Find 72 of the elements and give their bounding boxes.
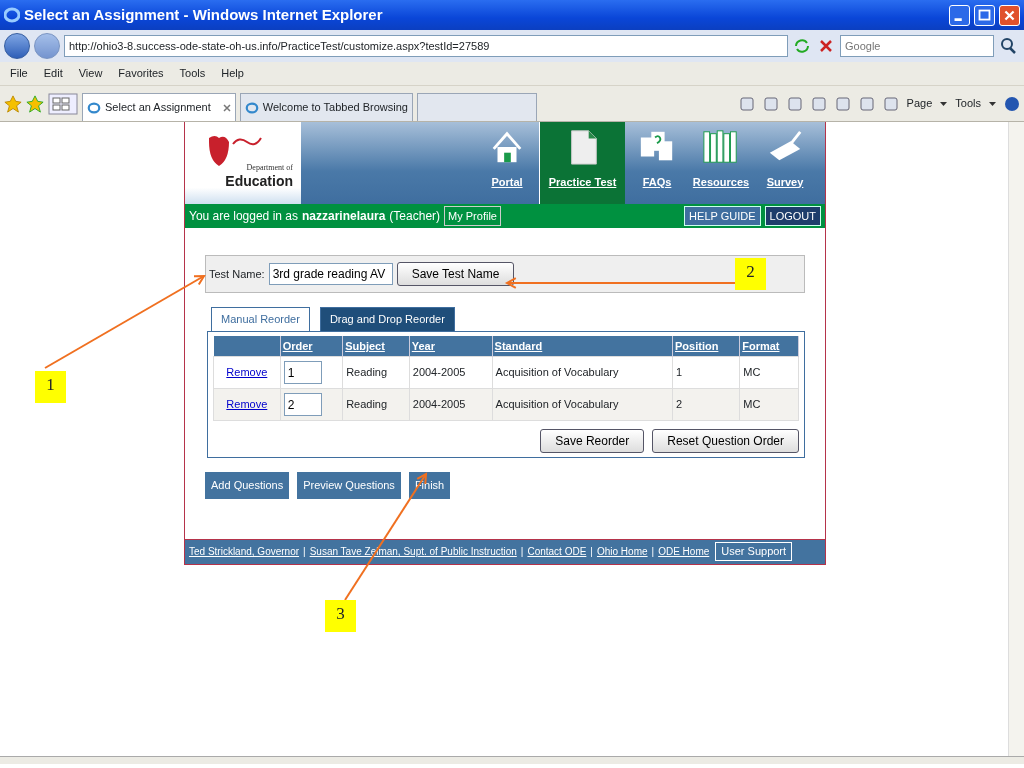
reorder-button[interactable]: Save Reorder bbox=[540, 429, 645, 453]
separator: | bbox=[519, 545, 525, 559]
callout-label: 3 bbox=[325, 600, 356, 632]
tab-label: Welcome to Tabbed Browsing bbox=[262, 100, 408, 116]
tab-label: Select an Assignment bbox=[105, 100, 211, 116]
separator: | bbox=[650, 545, 656, 559]
action-button[interactable]: Add Questions bbox=[205, 472, 290, 499]
search-field[interactable]: Google bbox=[840, 35, 994, 57]
reorder-tab[interactable]: Drag and Drop Reorder bbox=[319, 307, 455, 331]
column-header: Standard bbox=[492, 335, 673, 357]
callout-label: 1 bbox=[35, 371, 66, 403]
address-field[interactable]: http://ohio3-8.success-ode-state-oh-us.info/PracticeTest/customize.aspx?testId=27589 bbox=[64, 35, 788, 57]
logo-title: Education bbox=[225, 174, 293, 188]
nav-item[interactable]: Practice Test bbox=[539, 122, 625, 204]
table-cell: 2 bbox=[672, 388, 740, 421]
browser-tab[interactable]: Select an Assignment bbox=[82, 93, 236, 121]
nav-label: Resources bbox=[692, 174, 750, 190]
nav-item[interactable]: Resources bbox=[689, 122, 753, 204]
user-name: nazzarinelaura bbox=[302, 208, 386, 225]
test-name-label: Test Name: bbox=[209, 266, 265, 282]
column-header: Order bbox=[280, 335, 343, 357]
menu-item[interactable]: Favorites bbox=[118, 65, 164, 82]
nav-label: FAQs bbox=[642, 174, 672, 190]
callout-label: 2 bbox=[735, 258, 766, 290]
nav-label: Survey bbox=[766, 174, 804, 190]
footer-link[interactable]: Contact ODE bbox=[527, 544, 587, 559]
footer-link[interactable]: ODE Home bbox=[658, 544, 710, 559]
column-header: Position bbox=[672, 335, 740, 357]
header-button[interactable]: LOGOUT bbox=[764, 205, 821, 227]
column-header: Format bbox=[739, 335, 799, 357]
table-cell: Acquisition of Vocabulary bbox=[492, 388, 673, 421]
order-field[interactable]: 1 bbox=[283, 361, 322, 384]
browser-tab[interactable]: Welcome to Tabbed Browsing bbox=[239, 93, 413, 121]
table-cell: Acquisition of Vocabulary bbox=[492, 356, 673, 389]
profile-link[interactable]: My Profile bbox=[444, 205, 501, 227]
footer-link[interactable]: Ted Strickland, Governor bbox=[189, 544, 300, 559]
column-header: Year bbox=[409, 335, 493, 357]
menu-item[interactable]: Tools bbox=[179, 65, 206, 82]
save-test-name-button[interactable]: Save Test Name bbox=[396, 262, 515, 286]
menu-item[interactable]: Edit bbox=[43, 65, 63, 82]
separator: | bbox=[302, 545, 307, 559]
footer-link[interactable]: Ohio Home bbox=[596, 544, 648, 559]
menu-item[interactable]: Help bbox=[221, 65, 244, 82]
table-cell: MC bbox=[739, 388, 799, 421]
login-text: You are logged in as bbox=[189, 208, 298, 225]
user-role: (Teacher) bbox=[389, 208, 441, 225]
action-button[interactable]: Preview Questions bbox=[297, 472, 401, 499]
order-field[interactable]: 2 bbox=[283, 393, 322, 416]
table-cell: 2004-2005 bbox=[409, 388, 493, 421]
nav-item[interactable]: FAQs bbox=[625, 122, 689, 204]
command-button[interactable]: Page bbox=[906, 95, 933, 112]
menu-item[interactable]: File bbox=[10, 65, 28, 82]
table-cell: MC bbox=[739, 356, 799, 389]
table-cell: 1 bbox=[672, 356, 740, 389]
nav-label: Portal bbox=[491, 174, 523, 190]
table-cell: Reading bbox=[342, 388, 410, 421]
test-name-field[interactable]: 3rd grade reading AV bbox=[268, 263, 393, 285]
separator: | bbox=[589, 545, 594, 559]
table-cell: 2004-2005 bbox=[409, 356, 493, 389]
nav-item[interactable]: Portal bbox=[475, 122, 539, 204]
column-header: Subject bbox=[342, 335, 410, 357]
table-cell: Reading bbox=[342, 356, 410, 389]
logo-subtitle: Department of bbox=[246, 162, 293, 174]
nav-item[interactable]: Survey bbox=[753, 122, 817, 204]
user-support-button[interactable]: User Support bbox=[715, 542, 793, 561]
reorder-button[interactable]: Reset Question Order bbox=[652, 429, 799, 453]
nav-label: Practice Test bbox=[548, 174, 617, 190]
header-button[interactable]: HELP GUIDE bbox=[684, 205, 761, 227]
reorder-tab[interactable]: Manual Reorder bbox=[211, 307, 310, 331]
window-title: Select an Assignment - Windows Internet Explorer bbox=[24, 4, 383, 25]
menu-item[interactable]: View bbox=[78, 65, 103, 82]
command-button[interactable]: Tools bbox=[955, 95, 981, 112]
